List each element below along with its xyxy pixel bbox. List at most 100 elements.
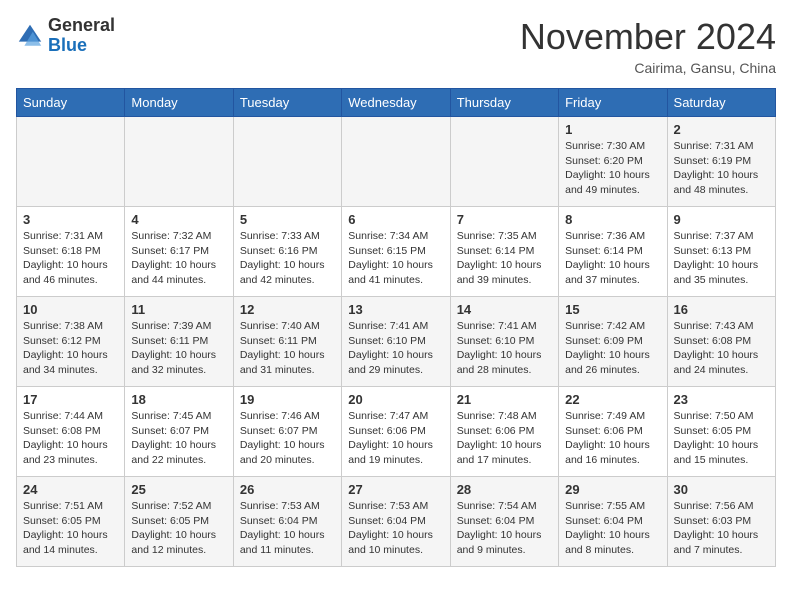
day-info: Sunrise: 7:51 AM Sunset: 6:05 PM Dayligh… [23, 499, 118, 558]
day-info: Sunrise: 7:41 AM Sunset: 6:10 PM Dayligh… [457, 319, 552, 378]
day-number: 21 [457, 392, 552, 407]
day-number: 23 [674, 392, 769, 407]
calendar-cell: 28 Sunrise: 7:54 AM Sunset: 6:04 PM Dayli… [450, 477, 558, 567]
day-number: 26 [240, 482, 335, 497]
day-info: Sunrise: 7:46 AM Sunset: 6:07 PM Dayligh… [240, 409, 335, 468]
day-info: Sunrise: 7:53 AM Sunset: 6:04 PM Dayligh… [348, 499, 443, 558]
day-number: 12 [240, 302, 335, 317]
day-info: Sunrise: 7:38 AM Sunset: 6:12 PM Dayligh… [23, 319, 118, 378]
calendar-cell: 7 Sunrise: 7:35 AM Sunset: 6:14 PM Daylig… [450, 207, 558, 297]
day-info: Sunrise: 7:44 AM Sunset: 6:08 PM Dayligh… [23, 409, 118, 468]
calendar-cell: 30 Sunrise: 7:56 AM Sunset: 6:03 PM Dayli… [667, 477, 775, 567]
day-info: Sunrise: 7:32 AM Sunset: 6:17 PM Dayligh… [131, 229, 226, 288]
calendar-cell: 1 Sunrise: 7:30 AM Sunset: 6:20 PM Daylig… [559, 117, 667, 207]
calendar-cell [342, 117, 450, 207]
day-number: 5 [240, 212, 335, 227]
day-number: 14 [457, 302, 552, 317]
calendar-cell [450, 117, 558, 207]
day-info: Sunrise: 7:40 AM Sunset: 6:11 PM Dayligh… [240, 319, 335, 378]
location-label: Cairima, Gansu, China [520, 60, 776, 76]
day-info: Sunrise: 7:54 AM Sunset: 6:04 PM Dayligh… [457, 499, 552, 558]
calendar-week-row: 3 Sunrise: 7:31 AM Sunset: 6:18 PM Daylig… [17, 207, 776, 297]
day-number: 18 [131, 392, 226, 407]
calendar-cell: 13 Sunrise: 7:41 AM Sunset: 6:10 PM Dayli… [342, 297, 450, 387]
day-number: 24 [23, 482, 118, 497]
day-info: Sunrise: 7:39 AM Sunset: 6:11 PM Dayligh… [131, 319, 226, 378]
calendar-cell: 8Sunrise: 7:36 AM Sunset: 6:14 PM Daylig… [559, 207, 667, 297]
day-number: 9 [674, 212, 769, 227]
day-number: 19 [240, 392, 335, 407]
page-header: General Blue November 2024 Cairima, Gans… [16, 16, 776, 76]
day-number: 22 [565, 392, 660, 407]
weekday-header: Wednesday [342, 89, 450, 117]
day-info: Sunrise: 7:43 AM Sunset: 6:08 PM Dayligh… [674, 319, 769, 378]
calendar-cell: 21 Sunrise: 7:48 AM Sunset: 6:06 PM Dayli… [450, 387, 558, 477]
weekday-header: Sunday [17, 89, 125, 117]
calendar-cell [17, 117, 125, 207]
calendar-cell: 11 Sunrise: 7:39 AM Sunset: 6:11 PM Dayli… [125, 297, 233, 387]
calendar-cell [125, 117, 233, 207]
weekday-header: Saturday [667, 89, 775, 117]
day-info: Sunrise: 7:42 AM Sunset: 6:09 PM Dayligh… [565, 319, 660, 378]
day-info: Sunrise: 7:47 AM Sunset: 6:06 PM Dayligh… [348, 409, 443, 468]
weekday-header: Tuesday [233, 89, 341, 117]
weekday-header-row: SundayMondayTuesdayWednesdayThursdayFrid… [17, 89, 776, 117]
day-number: 29 [565, 482, 660, 497]
calendar-cell: 22 Sunrise: 7:49 AM Sunset: 6:06 PM Dayli… [559, 387, 667, 477]
calendar-cell: 23 Sunrise: 7:50 AM Sunset: 6:05 PM Dayli… [667, 387, 775, 477]
day-number: 11 [131, 302, 226, 317]
calendar-table: SundayMondayTuesdayWednesdayThursdayFrid… [16, 88, 776, 567]
day-info: Sunrise: 7:35 AM Sunset: 6:14 PM Dayligh… [457, 229, 552, 288]
weekday-header: Friday [559, 89, 667, 117]
day-number: 20 [348, 392, 443, 407]
day-info: Sunrise: 7:31 AM Sunset: 6:18 PM Dayligh… [23, 229, 118, 288]
day-info: Sunrise: 7:41 AM Sunset: 6:10 PM Dayligh… [348, 319, 443, 378]
calendar-cell: 12 Sunrise: 7:40 AM Sunset: 6:11 PM Dayli… [233, 297, 341, 387]
day-info: Sunrise: 7:56 AM Sunset: 6:03 PM Dayligh… [674, 499, 769, 558]
day-number: 17 [23, 392, 118, 407]
day-number: 2 [674, 122, 769, 137]
calendar-cell: 3 Sunrise: 7:31 AM Sunset: 6:18 PM Daylig… [17, 207, 125, 297]
day-info: Sunrise: 7:45 AM Sunset: 6:07 PM Dayligh… [131, 409, 226, 468]
day-number: 15 [565, 302, 660, 317]
calendar-cell: 6 Sunrise: 7:34 AM Sunset: 6:15 PM Daylig… [342, 207, 450, 297]
day-info: Sunrise: 7:50 AM Sunset: 6:05 PM Dayligh… [674, 409, 769, 468]
day-info: Sunrise: 7:30 AM Sunset: 6:20 PM Dayligh… [565, 139, 660, 198]
day-number: 1 [565, 122, 660, 137]
calendar-cell [233, 117, 341, 207]
day-number: 28 [457, 482, 552, 497]
calendar-cell: 26Sunrise: 7:53 AM Sunset: 6:04 PM Dayli… [233, 477, 341, 567]
calendar-cell: 10 Sunrise: 7:38 AM Sunset: 6:12 PM Dayli… [17, 297, 125, 387]
calendar-week-row: 17 Sunrise: 7:44 AM Sunset: 6:08 PM Dayli… [17, 387, 776, 477]
calendar-cell: 27 Sunrise: 7:53 AM Sunset: 6:04 PM Dayli… [342, 477, 450, 567]
calendar-week-row: 10 Sunrise: 7:38 AM Sunset: 6:12 PM Dayli… [17, 297, 776, 387]
day-info: Sunrise: 7:55 AM Sunset: 6:04 PM Dayligh… [565, 499, 660, 558]
day-info: Sunrise: 7:52 AM Sunset: 6:05 PM Dayligh… [131, 499, 226, 558]
calendar-cell: 29 Sunrise: 7:55 AM Sunset: 6:04 PM Dayli… [559, 477, 667, 567]
day-number: 8 [565, 212, 660, 227]
weekday-header: Thursday [450, 89, 558, 117]
day-info: Sunrise: 7:48 AM Sunset: 6:06 PM Dayligh… [457, 409, 552, 468]
day-number: 13 [348, 302, 443, 317]
calendar-cell: 15 Sunrise: 7:42 AM Sunset: 6:09 PM Dayli… [559, 297, 667, 387]
day-number: 27 [348, 482, 443, 497]
calendar-week-row: 1 Sunrise: 7:30 AM Sunset: 6:20 PM Daylig… [17, 117, 776, 207]
day-number: 6 [348, 212, 443, 227]
logo-general: General [48, 15, 115, 35]
day-number: 30 [674, 482, 769, 497]
logo: General Blue [16, 16, 115, 56]
day-number: 3 [23, 212, 118, 227]
day-info: Sunrise: 7:49 AM Sunset: 6:06 PM Dayligh… [565, 409, 660, 468]
calendar-cell: 20 Sunrise: 7:47 AM Sunset: 6:06 PM Dayli… [342, 387, 450, 477]
calendar-cell: 16Sunrise: 7:43 AM Sunset: 6:08 PM Dayli… [667, 297, 775, 387]
day-number: 10 [23, 302, 118, 317]
day-info: Sunrise: 7:33 AM Sunset: 6:16 PM Dayligh… [240, 229, 335, 288]
day-info: Sunrise: 7:34 AM Sunset: 6:15 PM Dayligh… [348, 229, 443, 288]
day-info: Sunrise: 7:37 AM Sunset: 6:13 PM Dayligh… [674, 229, 769, 288]
calendar-cell: 2Sunrise: 7:31 AM Sunset: 6:19 PM Daylig… [667, 117, 775, 207]
logo-blue: Blue [48, 35, 87, 55]
day-number: 7 [457, 212, 552, 227]
logo-icon [16, 22, 44, 50]
calendar-cell: 5 Sunrise: 7:33 AM Sunset: 6:16 PM Daylig… [233, 207, 341, 297]
title-block: November 2024 Cairima, Gansu, China [520, 16, 776, 76]
